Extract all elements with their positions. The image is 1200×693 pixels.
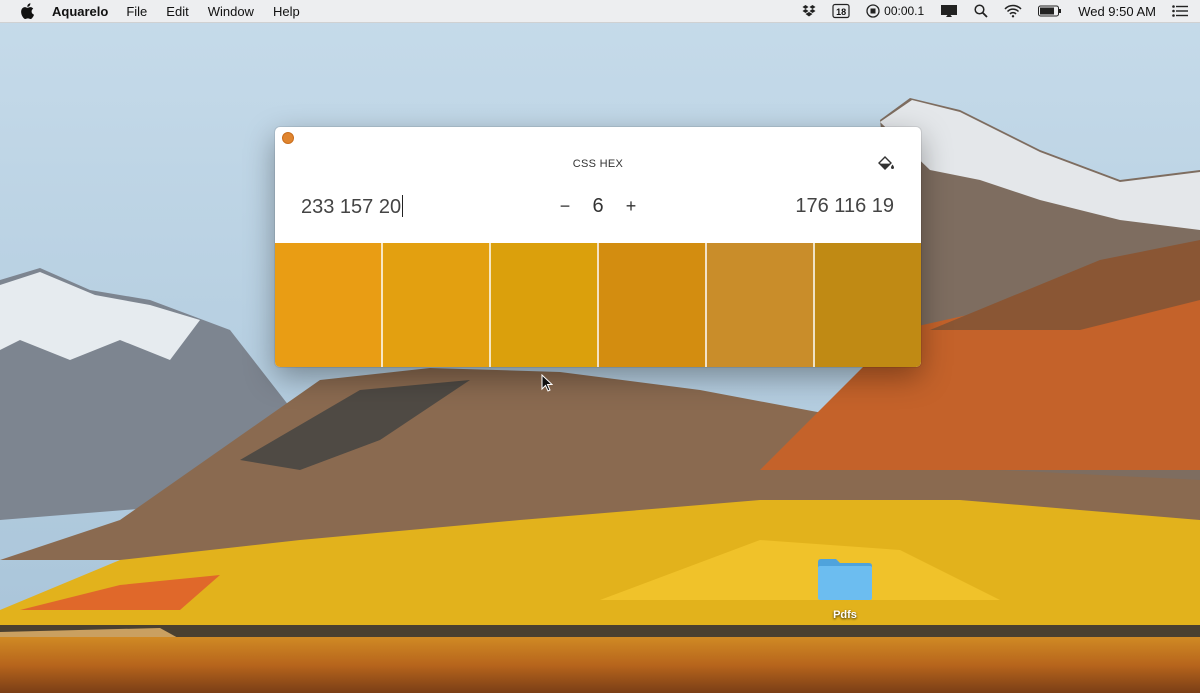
end-color-input[interactable]: 176 116 19 (795, 195, 894, 218)
help-menu[interactable]: Help (273, 2, 300, 21)
aquarelo-window: CSS HEX 233 157 20 − 6 + 176 116 19 (275, 127, 921, 367)
steps-value[interactable]: 6 (575, 195, 621, 218)
wifi-icon[interactable] (1004, 2, 1022, 20)
color-swatch[interactable] (597, 243, 705, 367)
calendar-badge: 18 (836, 7, 847, 17)
battery-icon[interactable] (1038, 2, 1062, 20)
decrement-button[interactable]: − (555, 196, 575, 217)
swatch-strip (275, 243, 921, 367)
app-menu[interactable]: Aquarelo (52, 2, 108, 21)
display-icon[interactable] (940, 2, 958, 20)
file-menu[interactable]: File (126, 2, 147, 21)
paint-bucket-icon[interactable] (875, 152, 897, 174)
folder-label: Pdfs (833, 609, 857, 621)
calendar-icon[interactable]: 18 (832, 2, 850, 20)
search-icon[interactable] (974, 2, 988, 20)
color-swatch[interactable] (381, 243, 489, 367)
dropbox-icon[interactable] (802, 2, 816, 20)
desktop-folder[interactable]: Pdfs (815, 556, 875, 621)
color-swatch[interactable] (705, 243, 813, 367)
notification-center-icon[interactable] (1172, 2, 1188, 20)
menubar-clock[interactable]: Wed 9:50 AM (1078, 4, 1156, 19)
apple-menu-icon[interactable] (20, 3, 34, 20)
increment-button[interactable]: + (621, 196, 641, 217)
recording-time: 00:00.1 (884, 4, 925, 18)
edit-menu[interactable]: Edit (166, 2, 188, 21)
color-format-label[interactable]: CSS HEX (275, 158, 921, 170)
color-swatch[interactable] (813, 243, 921, 367)
close-button[interactable] (282, 132, 294, 144)
color-swatch[interactable] (275, 243, 381, 367)
start-color-value: 233 157 20 (301, 196, 402, 218)
color-swatch[interactable] (489, 243, 597, 367)
folder-icon (818, 559, 872, 600)
text-cursor (402, 195, 404, 217)
start-color-input[interactable]: 233 157 20 (301, 195, 404, 219)
record-icon[interactable]: 00:00.1 (866, 2, 924, 20)
menu-bar: Aquarelo File Edit Window Help 18 00:00.… (0, 0, 1200, 23)
mouse-pointer-icon (541, 374, 553, 392)
steps-stepper: − 6 + (555, 195, 641, 218)
window-menu[interactable]: Window (208, 2, 254, 21)
